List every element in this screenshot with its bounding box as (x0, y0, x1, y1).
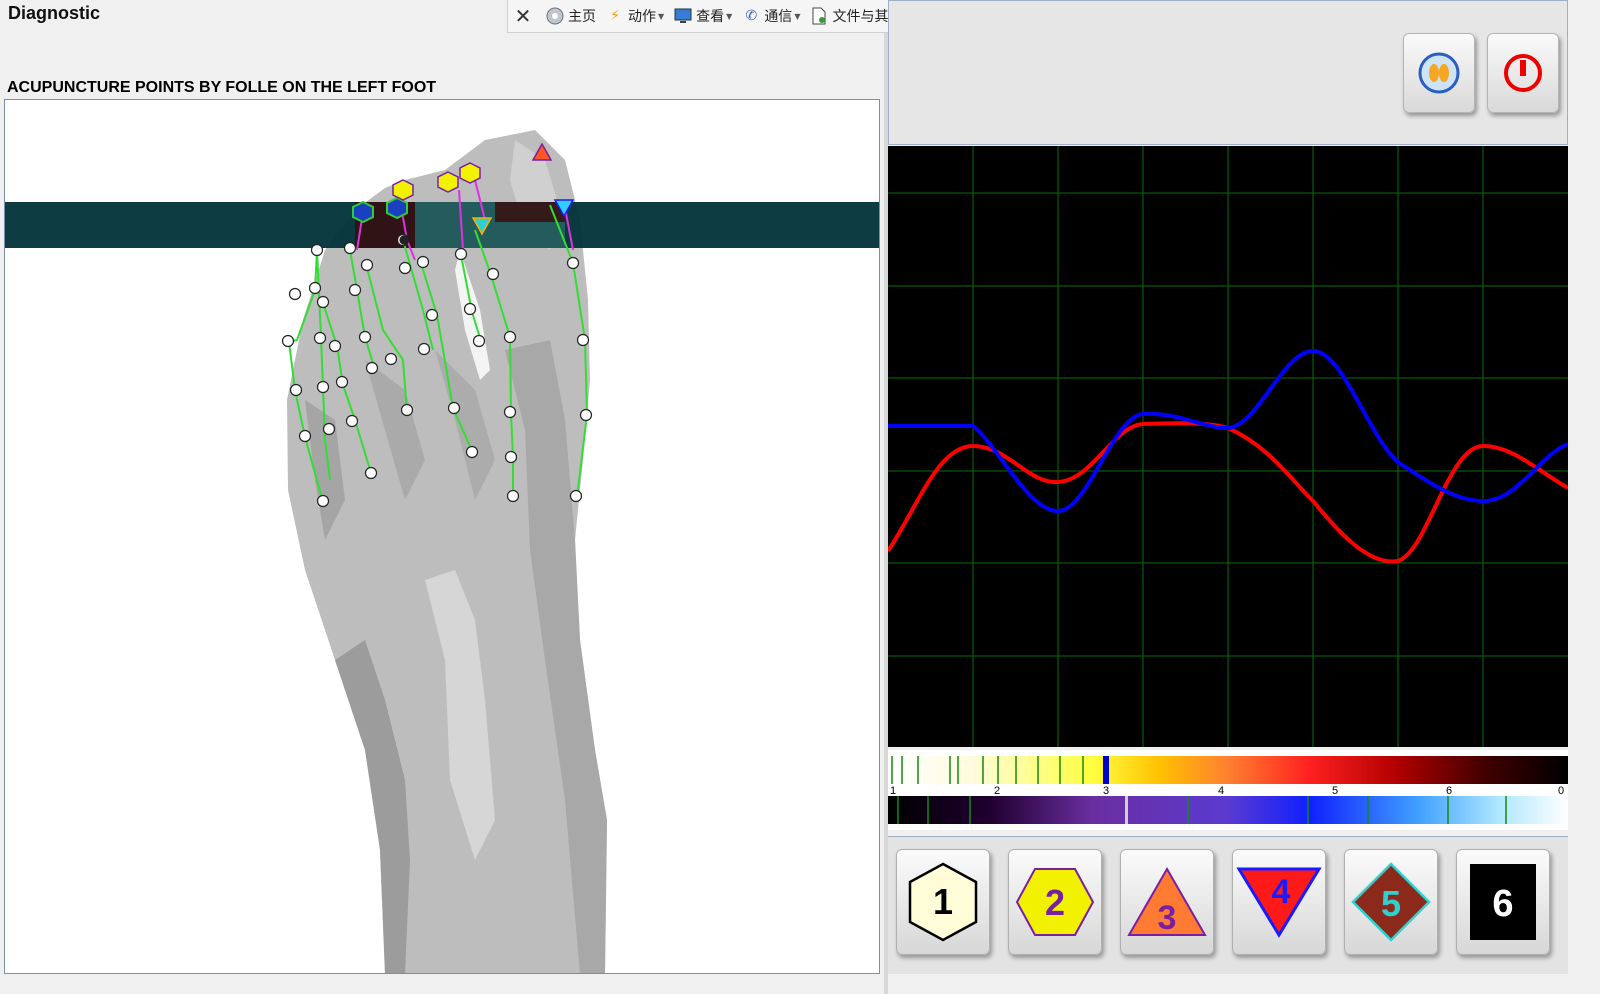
file-icon (810, 7, 828, 25)
toolbar-home-label: 主页 (568, 9, 596, 25)
scale-tick: 1 (890, 785, 896, 797)
app-title: Diagnostic (8, 3, 101, 23)
symbol-toolbar: 1 2 3 4 5 6 (888, 836, 1568, 974)
chevron-down-icon: ▼ (726, 11, 733, 21)
square-icon: 6 (1470, 864, 1536, 940)
hexagon-icon: 2 (1015, 868, 1095, 936)
symbol-3-label: 3 (1158, 899, 1177, 937)
color-scale: 1 2 3 4 5 6 0 (888, 750, 1568, 830)
symbol-5-label: 5 (1381, 883, 1401, 924)
measure-button[interactable] (1403, 33, 1475, 113)
signal-graph (886, 146, 1569, 747)
symbol-2-label: 2 (1045, 882, 1065, 923)
power-button[interactable] (1487, 33, 1559, 113)
feet-icon (1418, 52, 1460, 94)
scale-tick: 2 (994, 785, 1000, 797)
scale-cursor (1103, 756, 1109, 784)
scale-ticks: 1 2 3 4 5 6 0 (890, 785, 1564, 797)
scale-tick: 0 (1558, 785, 1564, 797)
cool-scale-bar (888, 796, 1568, 824)
scale-tick: 6 (1446, 785, 1452, 797)
power-icon (1504, 54, 1542, 92)
lightning-icon: ⚡ (610, 8, 620, 24)
control-panel (888, 0, 1568, 145)
color-scale-svg: 1 2 3 4 5 6 0 (888, 756, 1568, 824)
symbol-1-button[interactable]: 1 (896, 849, 990, 955)
warm-scale-bar (888, 756, 1568, 784)
toolbar-close-button[interactable]: ✕ (514, 4, 536, 28)
triangle-down-icon: 4 (1236, 867, 1322, 938)
phone-icon: ✆ (745, 8, 758, 24)
scale-tick: 3 (1103, 785, 1109, 797)
symbol-6-label: 6 (1492, 883, 1513, 925)
toolbar-comm-menu[interactable]: ✆ 通信 ▼ (742, 6, 800, 26)
toolbar-comm-label: 通信 (764, 9, 793, 25)
toolbar-home-button[interactable]: 主页 (546, 6, 596, 26)
symbol-3-button[interactable]: 3 (1120, 849, 1214, 955)
symbol-6-button[interactable]: 6 (1456, 849, 1550, 955)
diagnostic-window: Diagnostic ACUPUNCTURE POINTS BY FOLLE O… (0, 0, 1600, 994)
foot-canvas[interactable] (4, 99, 880, 974)
symbol-1-label: 1 (933, 881, 953, 922)
foot-diagram (5, 130, 879, 973)
hexagon-icon: 1 (908, 862, 978, 942)
symbol-5-button[interactable]: 5 (1344, 849, 1438, 955)
toolbar-actions-label: 动作 (628, 9, 656, 25)
chevron-down-icon: ▼ (794, 11, 801, 21)
symbol-2-button[interactable]: 2 (1008, 849, 1102, 955)
diamond-icon: 5 (1351, 862, 1431, 942)
triangle-icon: 3 (1127, 866, 1207, 937)
signal-graph-svg (886, 146, 1569, 747)
toolbar-actions-menu[interactable]: ⚡ 动作 ▼ (606, 6, 664, 26)
foot-silhouette (287, 130, 607, 973)
home-icon (546, 7, 564, 25)
scale-tick: 5 (1332, 785, 1338, 797)
symbol-4-button[interactable]: 4 (1232, 849, 1326, 955)
symbol-4-label: 4 (1272, 873, 1291, 911)
monitor-icon (674, 7, 692, 25)
panel-heading: ACUPUNCTURE POINTS BY FOLLE ON THE LEFT … (7, 79, 437, 96)
toolbar-view-menu[interactable]: 查看 ▼ (674, 6, 732, 26)
close-icon: ✕ (514, 4, 532, 28)
toolbar-view-label: 查看 (696, 9, 725, 25)
chevron-down-icon: ▼ (658, 11, 665, 21)
scale-tick: 4 (1218, 785, 1224, 797)
